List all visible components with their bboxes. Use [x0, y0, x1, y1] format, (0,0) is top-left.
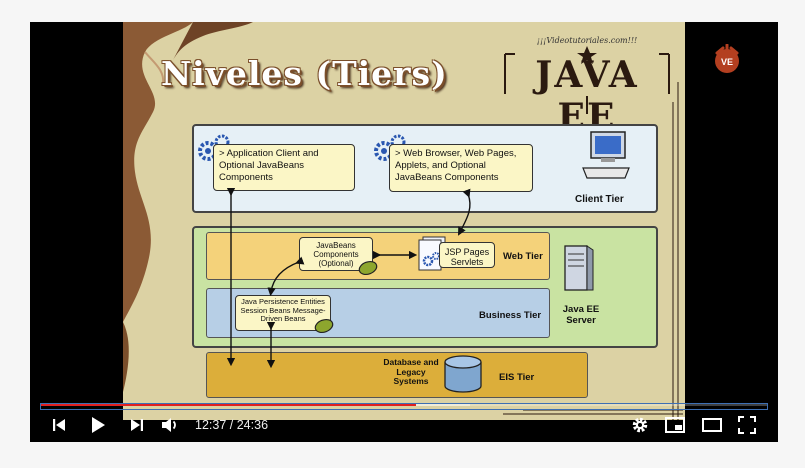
- play-button[interactable]: [86, 414, 110, 436]
- next-icon: [131, 419, 143, 431]
- theater-icon: [702, 418, 722, 432]
- time-separator: /: [229, 418, 234, 432]
- progress-bar-highlight: [40, 403, 768, 410]
- time-current: 12:37: [195, 418, 227, 432]
- video-player[interactable]: Niveles (Tiers) ¡¡¡Videotutoriales.com!!…: [30, 22, 778, 442]
- settings-icon: [632, 417, 648, 433]
- fullscreen-icon: [738, 416, 756, 434]
- video-frame-slide: Niveles (Tiers) ¡¡¡Videotutoriales.com!!…: [123, 22, 685, 420]
- tier-connection-arrows: [226, 187, 471, 369]
- volume-icon: [162, 418, 176, 432]
- theater-mode-button[interactable]: [700, 414, 724, 436]
- channel-watermark-icon[interactable]: VE: [711, 44, 743, 76]
- previous-button[interactable]: [48, 414, 70, 436]
- time-display: 12:37 / 24:36: [195, 418, 268, 432]
- miniplayer-icon: [665, 417, 685, 433]
- fullscreen-button[interactable]: [735, 414, 759, 436]
- previous-icon: [53, 419, 65, 431]
- svg-text:VE: VE: [721, 57, 733, 67]
- settings-button[interactable]: [628, 414, 652, 436]
- time-total: 24:36: [236, 418, 269, 432]
- play-icon: [92, 417, 105, 433]
- miniplayer-button[interactable]: [663, 414, 687, 436]
- volume-button[interactable]: [158, 414, 182, 436]
- next-button[interactable]: [126, 414, 148, 436]
